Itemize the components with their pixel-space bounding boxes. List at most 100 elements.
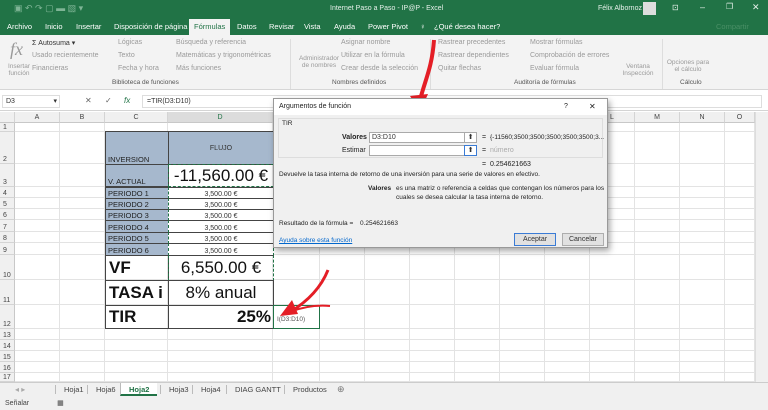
column-header-c[interactable]: C [105, 112, 168, 123]
help-link[interactable]: Ayuda sobre esta función [279, 237, 352, 244]
result-top: 0.254621663 [490, 161, 531, 168]
estimar-input[interactable] [369, 145, 465, 156]
select-all[interactable] [0, 112, 15, 123]
cell-c10[interactable]: VF [105, 255, 169, 281]
row-header-1[interactable]: 1 [0, 123, 15, 132]
row-header-7[interactable]: 7 [0, 220, 15, 232]
row-header-16[interactable]: 16 [0, 362, 15, 373]
sheet-tab-hoja6[interactable]: Hoja6 [87, 385, 124, 394]
watch-window-button[interactable]: Ventana Inspección [620, 63, 656, 77]
tab-power-pivot[interactable]: Power Pivot [368, 22, 408, 31]
column-header-a[interactable]: A [15, 112, 60, 123]
cancel-button[interactable]: Cancelar [562, 233, 604, 246]
lookup-button[interactable]: Búsqueda y referencia [176, 39, 246, 46]
math-button[interactable]: Matemáticas y trigonométricas [176, 52, 271, 59]
cell-d12[interactable]: 25% [168, 305, 274, 329]
cell-e12-editing[interactable]: I(D3:D10) [273, 305, 320, 329]
row-header-15[interactable]: 15 [0, 351, 15, 362]
autosum-button[interactable]: Σ Autosuma ▾ [32, 39, 75, 47]
row-header-10[interactable]: 10 [0, 255, 15, 280]
financial-button[interactable]: Financieras [32, 65, 68, 72]
logical-button[interactable]: Lógicas [118, 39, 142, 46]
column-header-d[interactable]: D [168, 112, 273, 123]
tab-disposicion[interactable]: Disposición de página [114, 22, 187, 31]
close-icon[interactable]: ✕ [752, 2, 760, 13]
tab-archivo[interactable]: Archivo [7, 22, 32, 31]
insert-function-icon[interactable]: fx [124, 96, 130, 105]
column-header-b[interactable]: B [60, 112, 105, 123]
sheet-tab-hoja2[interactable]: Hoja2 [120, 383, 158, 396]
row-header-3[interactable]: 3 [0, 164, 15, 187]
tell-me-input[interactable]: ¿Qué desea hacer? [434, 22, 500, 31]
sheet-tab-productos[interactable]: Productos [284, 385, 335, 394]
ribbon-display-icon[interactable]: ⊡ [672, 3, 679, 12]
minimize-icon[interactable]: – [700, 2, 705, 12]
cell-d2[interactable]: FLUJO [168, 131, 274, 165]
dialog-close-button[interactable]: ✕ [589, 102, 596, 111]
column-header-m[interactable]: M [635, 112, 680, 123]
vertical-scrollbar[interactable] [755, 112, 768, 382]
cell-d11[interactable]: 8% anual [168, 280, 274, 306]
tab-formulas[interactable]: Fórmulas [189, 19, 231, 35]
enter-icon[interactable]: ✓ [105, 96, 112, 105]
macro-record-icon[interactable]: ▦ [57, 400, 64, 407]
row-header-11[interactable]: 11 [0, 280, 15, 305]
row-header-9[interactable]: 9 [0, 243, 15, 255]
show-formulas-button[interactable]: Mostrar fórmulas [530, 39, 583, 46]
text-button[interactable]: Texto [118, 52, 135, 59]
collapse-estimar-icon[interactable]: ⬆ [464, 145, 477, 156]
tab-datos[interactable]: Datos [237, 22, 257, 31]
row-header-2[interactable]: 2 [0, 132, 15, 164]
quick-access-icons[interactable]: ▣ ↶ ↷ ▢ ▬ ▧ ▾ [14, 3, 83, 14]
scroll-tabs-icons[interactable]: ◂ ▸ [15, 385, 25, 394]
avatar[interactable] [643, 2, 656, 15]
sheet-tab-hoja4[interactable]: Hoja4 [192, 385, 229, 394]
cell-c2[interactable]: INVERSION [105, 131, 169, 165]
ok-button[interactable]: Aceptar [514, 233, 556, 246]
recent-button[interactable]: Usado recientemente [32, 52, 99, 59]
cancel-icon[interactable]: ✕ [85, 96, 92, 105]
row-header-6[interactable]: 6 [0, 209, 15, 220]
valores-input[interactable]: D3:D10 [369, 132, 465, 143]
tab-vista[interactable]: Vista [304, 22, 321, 31]
tab-inicio[interactable]: Inicio [45, 22, 63, 31]
tab-ayuda[interactable]: Ayuda [334, 22, 355, 31]
evaluate-formula-button[interactable]: Evaluar fórmula [530, 65, 579, 72]
row-header-13[interactable]: 13 [0, 329, 15, 340]
restore-icon[interactable]: ❐ [726, 2, 733, 11]
column-header-n[interactable]: N [680, 112, 725, 123]
cell-c12[interactable]: TIR [105, 305, 169, 329]
name-box[interactable]: D3 ▾ [2, 95, 60, 108]
row-header-8[interactable]: 8 [0, 232, 15, 243]
share-button[interactable]: Compartir [716, 22, 749, 31]
help-button[interactable]: ? [564, 103, 568, 110]
row-header-14[interactable]: 14 [0, 340, 15, 351]
tab-insertar[interactable]: Insertar [76, 22, 101, 31]
cell-d10[interactable]: 6,550.00 € [168, 255, 274, 281]
remove-arrows-button[interactable]: Quitar flechas [438, 65, 481, 72]
use-in-formula-button[interactable]: Utilizar en la fórmula [341, 52, 405, 59]
user-name[interactable]: Félix Albornoz [598, 5, 642, 12]
column-header-o[interactable]: O [725, 112, 755, 123]
row-header-17[interactable]: 17 [0, 373, 15, 382]
trace-dependents-button[interactable]: Rastrear dependientes [438, 52, 509, 59]
cell-c11[interactable]: TASA i [105, 280, 169, 306]
row-header-4[interactable]: 4 [0, 187, 15, 198]
create-from-selection-button[interactable]: Crear desde la selección [341, 65, 418, 72]
define-name-button[interactable]: Asignar nombre [341, 39, 390, 46]
sheet-tab-diag-gantt[interactable]: DIAG GANTT [226, 385, 289, 394]
row-header-12[interactable]: 12 [0, 305, 15, 329]
insert-function-button[interactable]: Insertar función [4, 63, 34, 77]
trace-precedents-button[interactable]: Rastrear precedentes [438, 39, 505, 46]
datetime-button[interactable]: Fecha y hora [118, 65, 159, 72]
add-sheet-icon[interactable]: ⊕ [337, 384, 345, 395]
cell-d3[interactable]: -11,560.00 € [168, 164, 274, 187]
name-manager-button[interactable]: Administrador de nombres [296, 55, 342, 69]
error-check-button[interactable]: Comprobación de errores [530, 52, 609, 59]
calc-options-button[interactable]: Opciones para el cálculo [665, 59, 711, 73]
collapse-valores-icon[interactable]: ⬆ [464, 132, 477, 143]
cell-c3[interactable]: V. ACTUAL [105, 164, 169, 187]
more-functions-button[interactable]: Más funciones [176, 65, 221, 72]
tab-revisar[interactable]: Revisar [269, 22, 294, 31]
row-header-5[interactable]: 5 [0, 198, 15, 209]
